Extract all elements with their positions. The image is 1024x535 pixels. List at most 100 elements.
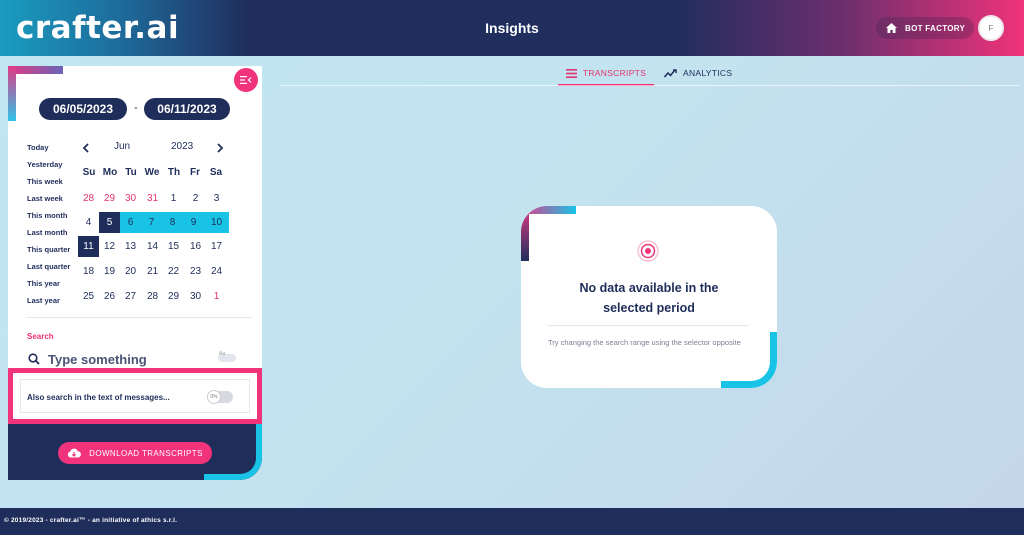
tab-transcripts[interactable]: TRANSCRIPTS (558, 62, 654, 86)
collapse-panel-button[interactable] (234, 68, 258, 92)
calendar-day[interactable]: 17 (206, 236, 227, 257)
preset-this-year[interactable]: This year (27, 279, 60, 288)
preset-last-month[interactable]: Last month (27, 228, 67, 237)
preset-yesterday[interactable]: Yesterday (27, 160, 62, 169)
page-footer: © 2019/2023 - crafter.ai™ - an initiativ… (0, 508, 1024, 535)
month-select[interactable]: Jun (114, 141, 130, 152)
calendar-day[interactable]: 2 (185, 188, 206, 209)
calendar-day[interactable]: 12 (99, 236, 120, 257)
calendar-day[interactable]: 18 (78, 261, 99, 282)
date-separator: - (134, 102, 138, 114)
download-label: DOWNLOAD TRANSCRIPTS (89, 448, 203, 458)
calendar-day-in-range[interactable]: 10 (204, 212, 229, 233)
user-avatar[interactable]: F (978, 15, 1004, 41)
empty-state-title-line2: selected period (603, 301, 695, 315)
calendar-day[interactable]: 14 (142, 236, 163, 257)
calendar-day-selected-end[interactable]: 11 (78, 236, 99, 257)
calendar-day-in-range[interactable]: 9 (183, 212, 204, 233)
also-search-toggle[interactable]: 0% (207, 390, 233, 404)
search-title: Search (27, 332, 54, 341)
empty-state-title: No data available in the selected period (541, 278, 757, 318)
weekday-label: Sa (209, 167, 223, 178)
footer-copyright: © 2019/2023 - crafter.ai™ - an initiativ… (4, 517, 178, 524)
calendar-day[interactable]: 25 (78, 286, 99, 307)
collapse-menu-icon (240, 76, 252, 84)
download-transcripts-button[interactable]: DOWNLOAD TRANSCRIPTS (58, 442, 212, 464)
calendar-day[interactable]: 28 (78, 188, 99, 209)
calendar-day[interactable]: 1 (163, 188, 184, 209)
calendar-day[interactable]: 27 (120, 286, 141, 307)
calendar-day[interactable]: 28 (142, 286, 163, 307)
calendar-day-selected-start[interactable]: 5 (99, 212, 120, 233)
bot-factory-button[interactable]: BOT FACTORY (876, 17, 974, 39)
weekday-label: Fr (190, 167, 200, 178)
calendar-day[interactable]: 29 (163, 286, 184, 307)
prev-month-button[interactable] (82, 142, 90, 156)
calendar-day[interactable]: 19 (99, 261, 120, 282)
home-icon (886, 23, 897, 33)
target-icon (637, 240, 659, 262)
calendar-day-in-range[interactable]: 6 (120, 212, 141, 233)
preset-last-quarter[interactable]: Last quarter (27, 262, 70, 271)
calendar-day[interactable]: 30 (185, 286, 206, 307)
list-icon (565, 68, 577, 78)
year-select[interactable]: 2023 (171, 141, 193, 152)
next-month-button[interactable] (216, 142, 224, 156)
calendar-day[interactable]: 29 (99, 188, 120, 209)
search-icon (28, 353, 40, 365)
calendar-day[interactable]: 20 (120, 261, 141, 282)
calendar-day[interactable]: 21 (142, 261, 163, 282)
start-date-field[interactable]: 06/05/2023 (39, 98, 127, 120)
card-corner-accent-bottom (721, 332, 777, 388)
preset-last-year[interactable]: Last year (27, 296, 60, 305)
calendar-day[interactable]: 13 (120, 236, 141, 257)
highlight-frame: Also search in the text of messages... 0… (8, 368, 262, 424)
calendar-day[interactable]: 16 (185, 236, 206, 257)
also-search-option: Also search in the text of messages... 0… (20, 379, 250, 413)
end-date-field[interactable]: 06/11/2023 (144, 98, 230, 120)
calendar-day[interactable]: 15 (163, 236, 184, 257)
panel-corner-accent (8, 66, 63, 74)
calendar-day[interactable]: 26 (99, 286, 120, 307)
calendar-day-in-range[interactable]: 7 (141, 212, 162, 233)
search-input[interactable] (48, 350, 218, 368)
empty-state-hint: Try changing the search range using the … (548, 338, 741, 347)
case-sensitive-toggle[interactable]: Aa (218, 351, 236, 362)
preset-this-week[interactable]: This week (27, 177, 63, 186)
calendar-day-in-range[interactable]: 8 (162, 212, 183, 233)
search-row: Aa (26, 350, 240, 368)
card-corner-accent (521, 206, 576, 214)
also-search-label: Also search in the text of messages... (27, 393, 170, 402)
calendar-day[interactable]: 22 (163, 261, 184, 282)
trend-icon (664, 68, 677, 77)
preset-today[interactable]: Today (27, 143, 49, 152)
tab-analytics[interactable]: ANALYTICS (664, 62, 744, 84)
calendar-day[interactable]: 23 (185, 261, 206, 282)
weekday-label: Mo (102, 167, 118, 178)
panel-divider (26, 317, 252, 318)
panel-footer-accent (204, 424, 262, 480)
calendar-day[interactable]: 30 (120, 188, 141, 209)
tab-analytics-label: ANALYTICS (683, 68, 733, 78)
chevron-right-icon (217, 143, 224, 153)
calendar-day[interactable]: 3 (206, 188, 227, 209)
panel-corner-accent-vertical (8, 66, 16, 121)
calendar-day[interactable]: 24 (206, 261, 227, 282)
case-toggle-label: Aa (219, 351, 226, 357)
tabs-divider (280, 85, 1020, 86)
weekday-label: We (144, 167, 160, 178)
calendar-day[interactable]: 31 (142, 188, 163, 209)
calendar-day[interactable]: 1 (206, 286, 227, 307)
empty-state-title-line1: No data available in the (579, 281, 719, 295)
preset-this-month[interactable]: This month (27, 211, 67, 220)
chevron-left-icon (82, 143, 89, 153)
cloud-download-icon (68, 448, 82, 458)
card-divider (547, 325, 749, 326)
preset-last-week[interactable]: Last week (27, 194, 63, 203)
preset-this-quarter[interactable]: This quarter (27, 245, 70, 254)
weekday-label: Th (167, 167, 181, 178)
weekday-label: Tu (125, 167, 137, 178)
page-title: Insights (485, 20, 539, 36)
weekday-label: Su (82, 167, 96, 178)
calendar-day[interactable]: 4 (78, 212, 99, 233)
